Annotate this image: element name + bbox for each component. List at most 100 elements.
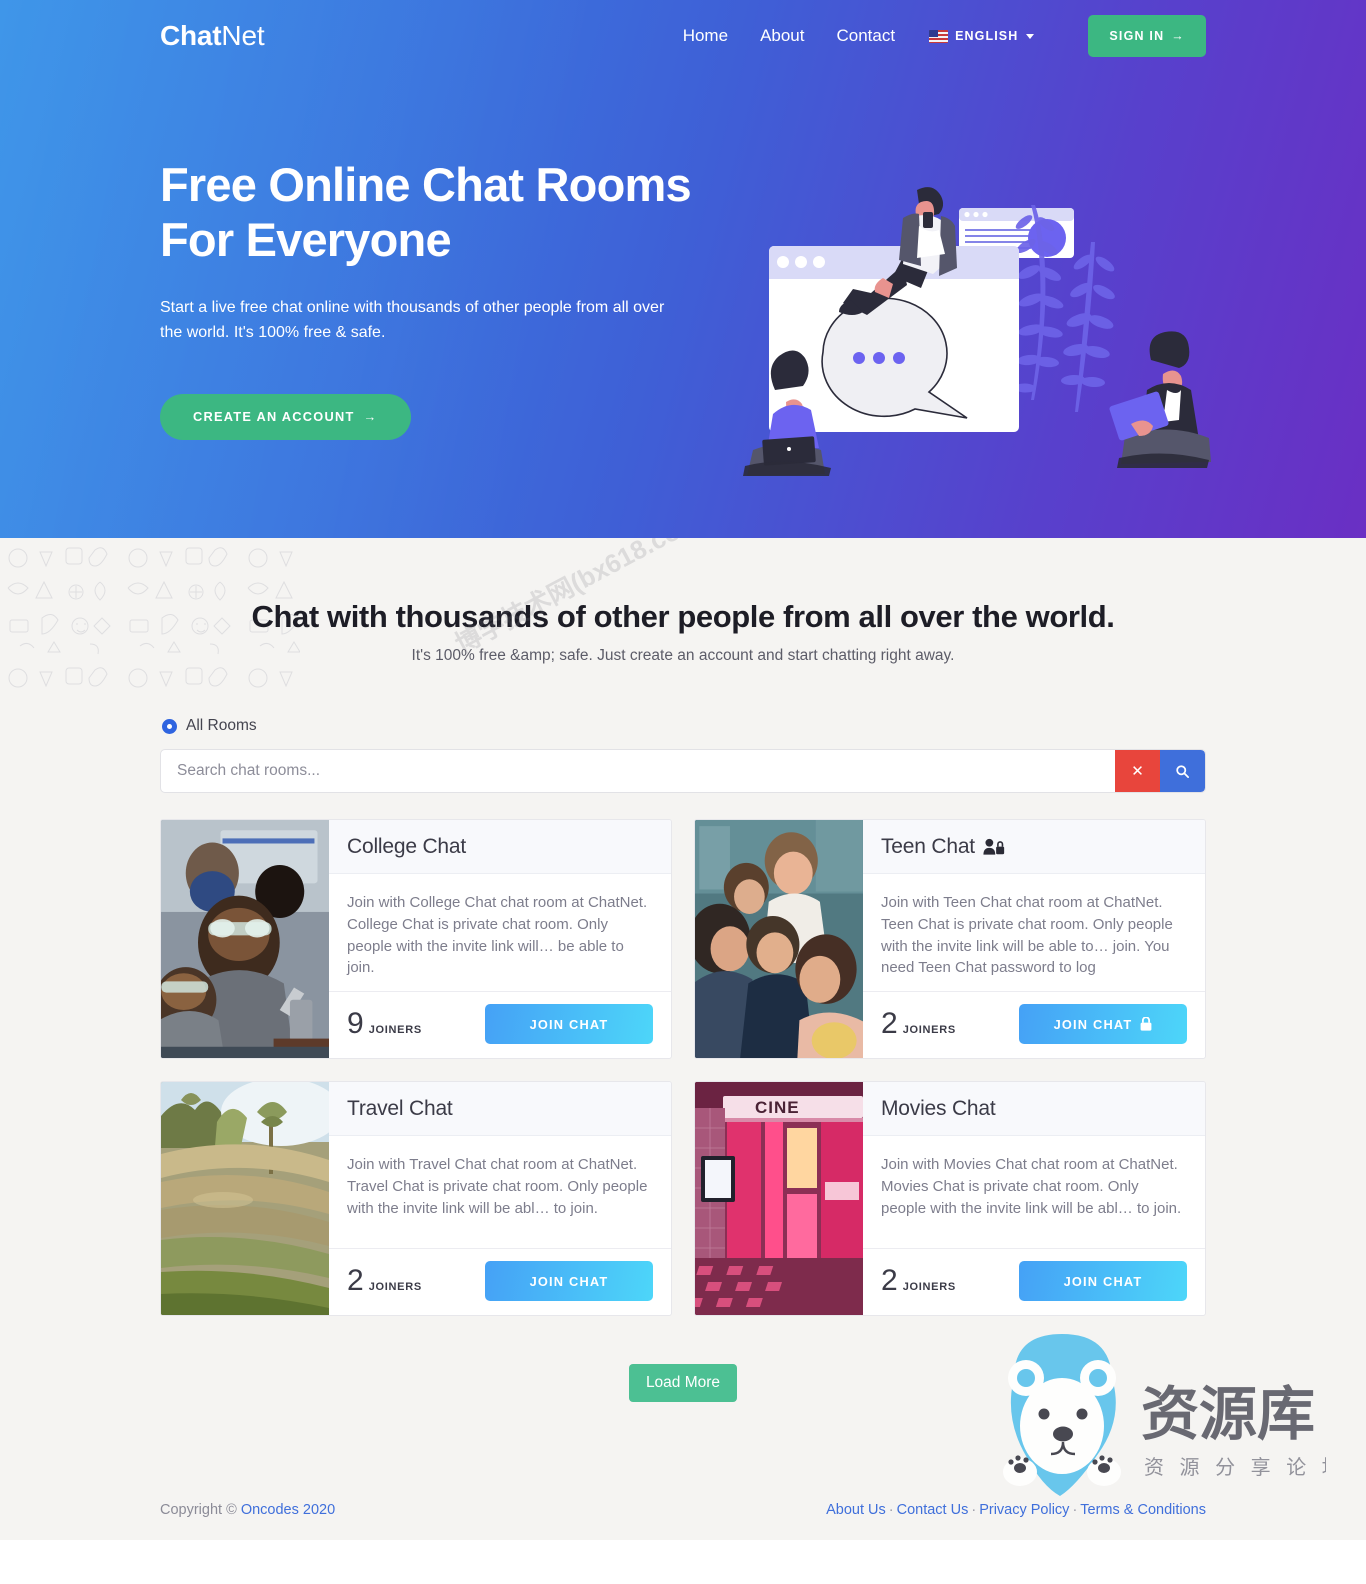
- card-title: Movies Chat: [881, 1097, 996, 1121]
- joiners-count: 2 JOINERS: [881, 1009, 956, 1039]
- joiners-number: 2: [881, 1007, 898, 1041]
- footer-link-about-us[interactable]: About Us: [826, 1502, 886, 1518]
- joiners-number: 2: [881, 1264, 898, 1298]
- card-description: Join with Teen Chat chat room at ChatNet…: [881, 894, 1173, 977]
- join-chat-button[interactable]: JOIN CHAT: [1019, 1004, 1187, 1045]
- joiners-label: JOINERS: [368, 1281, 422, 1294]
- join-chat-button[interactable]: JOIN CHAT: [485, 1004, 653, 1045]
- separator-dot: ·: [888, 1502, 894, 1519]
- card-description: Join with Travel Chat chat room at ChatN…: [347, 1156, 648, 1217]
- private-room-lock-icon: [983, 838, 1005, 856]
- travel-rice-terrace-photo: [161, 1082, 329, 1316]
- brand-logo[interactable]: ChatNet: [160, 20, 265, 52]
- load-more-button[interactable]: Load More: [628, 1364, 738, 1403]
- joiners-label: JOINERS: [902, 1281, 956, 1294]
- card-body: Movies Chat Join with Movies Chat chat r…: [863, 1082, 1205, 1315]
- nav-link-home[interactable]: Home: [667, 26, 744, 46]
- card-description: Join with Movies Chat chat room at ChatN…: [881, 1156, 1182, 1217]
- card-header: Travel Chat: [329, 1082, 671, 1137]
- search-input[interactable]: [161, 750, 1115, 793]
- cinema-neon-photo: CINE: [695, 1082, 863, 1316]
- card-header: College Chat: [329, 820, 671, 875]
- lock-icon: [1141, 1017, 1152, 1031]
- chat-room-card[interactable]: College Chat Join with College Chat chat…: [160, 819, 672, 1060]
- copyright: Copyright © Oncodes 2020: [160, 1502, 335, 1518]
- card-description: Join with College Chat chat room at Chat…: [347, 894, 648, 977]
- chat-room-card[interactable]: CINE Movies Chat Join with Movies Chat c…: [694, 1081, 1206, 1317]
- load-more-container: Load More: [0, 1364, 1366, 1502]
- page-subtitle: It's 100% free &amp; safe. Just create a…: [411, 647, 955, 665]
- chat-room-card[interactable]: Teen Chat Join with Teen Chat chat room …: [694, 819, 1206, 1060]
- card-header: Movies Chat: [863, 1082, 1205, 1137]
- close-icon: ✕: [1131, 763, 1144, 781]
- chat-rooms-grid: College Chat Join with College Chat chat…: [160, 819, 1206, 1364]
- joiners-count: 2 JOINERS: [881, 1266, 956, 1296]
- hero-content: Free Online Chat Rooms For Everyone Star…: [0, 158, 1366, 440]
- footer-link-privacy-policy[interactable]: Privacy Policy: [979, 1502, 1069, 1518]
- us-flag-icon: [929, 29, 949, 43]
- card-title: Teen Chat: [881, 835, 975, 859]
- separator-dot: ·: [971, 1502, 977, 1519]
- search-button[interactable]: [1160, 750, 1205, 793]
- arrow-right-icon: →: [363, 409, 378, 425]
- search-bar: ✕: [160, 749, 1206, 794]
- sign-in-button[interactable]: SIGN IN →: [1088, 15, 1206, 57]
- college-classroom-photo: [161, 820, 329, 1059]
- join-chat-button[interactable]: JOIN CHAT: [1019, 1261, 1187, 1302]
- join-chat-label: JOIN CHAT: [1063, 1273, 1143, 1289]
- copyright-prefix: Copyright ©: [160, 1502, 241, 1519]
- card-footer: 2 JOINERS JOIN CHAT: [863, 1248, 1205, 1315]
- join-chat-label: JOIN CHAT: [529, 1016, 609, 1032]
- card-body: Teen Chat Join with Teen Chat chat room …: [863, 820, 1205, 1058]
- teen-friends-photo: [695, 820, 863, 1059]
- card-footer: 9 JOINERS JOIN CHAT: [329, 991, 671, 1058]
- joiners-count: 9 JOINERS: [347, 1009, 422, 1039]
- card-title: Travel Chat: [347, 1097, 453, 1121]
- card-body: Travel Chat Join with Travel Chat chat r…: [329, 1082, 671, 1315]
- hero-title: Free Online Chat Rooms For Everyone: [160, 158, 720, 268]
- brand-bold: Chat: [160, 20, 222, 51]
- joiners-count: 2 JOINERS: [347, 1266, 422, 1296]
- page-title: Chat with thousands of other people from…: [251, 599, 1115, 634]
- all-rooms-label: All Rooms: [186, 717, 257, 735]
- language-label: ENGLISH: [955, 29, 1019, 43]
- svg-text:CINE: CINE: [755, 1098, 800, 1117]
- join-chat-label: JOIN CHAT: [1053, 1016, 1133, 1032]
- card-title: College Chat: [347, 835, 467, 859]
- card-header: Teen Chat: [863, 820, 1205, 875]
- footer-link-contact-us[interactable]: Contact Us: [897, 1502, 969, 1518]
- hero-title-line1: Free Online Chat Rooms: [160, 158, 692, 211]
- nav-link-about[interactable]: About: [744, 26, 820, 46]
- nav-link-contact[interactable]: Contact: [821, 26, 912, 46]
- footer-link-terms-conditions[interactable]: Terms & Conditions: [1080, 1502, 1206, 1518]
- card-footer: 2 JOINERS JOIN CHAT: [329, 1248, 671, 1315]
- footer: Copyright © Oncodes 2020 About Us · Contac…: [0, 1502, 1366, 1541]
- language-selector[interactable]: ENGLISH: [911, 29, 1048, 43]
- separator-dot: ·: [1072, 1502, 1078, 1519]
- copyright-link[interactable]: Oncodes 2020: [241, 1502, 335, 1518]
- hero-subtitle: Start a live free chat online with thous…: [160, 298, 665, 341]
- hero-section: ChatNet Home About Contact ENGLISH SIGN …: [0, 0, 1366, 538]
- joiners-label: JOINERS: [902, 1024, 956, 1037]
- joiners-number: 9: [347, 1007, 364, 1041]
- brand-light: Net: [221, 20, 265, 51]
- card-footer: 2 JOINERS JOIN CHAT: [863, 991, 1205, 1058]
- create-account-button[interactable]: CREATE AN ACCOUNT →: [160, 393, 411, 440]
- rooms-content: Chat with thousands of other people from…: [0, 598, 1366, 1364]
- arrow-right-icon: →: [1171, 29, 1185, 43]
- join-chat-button[interactable]: JOIN CHAT: [485, 1261, 653, 1302]
- sign-in-label: SIGN IN: [1109, 29, 1165, 43]
- join-chat-label: JOIN CHAT: [529, 1273, 609, 1289]
- chevron-down-icon: [1026, 33, 1035, 39]
- clear-search-button[interactable]: ✕: [1115, 750, 1160, 793]
- all-rooms-radio[interactable]: [162, 718, 177, 734]
- search-icon: [1176, 765, 1189, 778]
- room-filter-row: All Rooms: [160, 717, 1206, 735]
- rooms-section: Chat with thousands of other people from…: [0, 538, 1366, 1503]
- chat-room-card[interactable]: Travel Chat Join with Travel Chat chat r…: [160, 1081, 672, 1317]
- navbar: ChatNet Home About Contact ENGLISH SIGN …: [0, 0, 1366, 72]
- nav-right: Home About Contact ENGLISH SIGN IN →: [667, 15, 1206, 57]
- joiners-label: JOINERS: [368, 1024, 422, 1037]
- hero-title-line2: For Everyone: [160, 212, 452, 266]
- footer-links: About Us · Contact Us · Privacy Policy · Terms…: [826, 1502, 1206, 1518]
